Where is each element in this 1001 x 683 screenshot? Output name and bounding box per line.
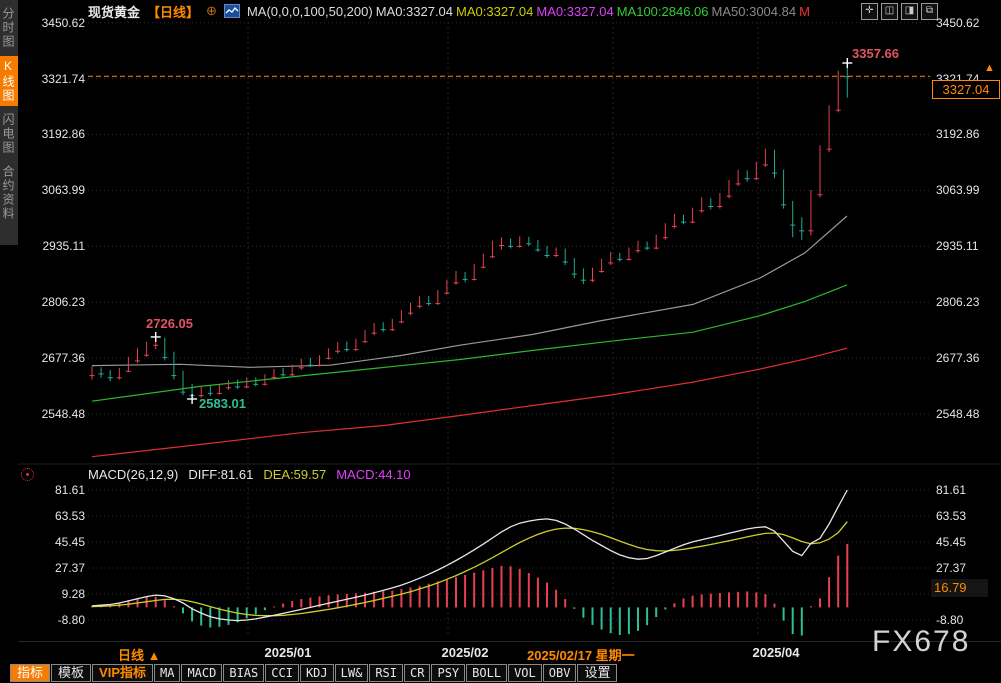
price-axis-label: 2677.36 [33,351,85,365]
indicator-tab-VOL[interactable]: VOL [508,664,542,682]
macd-axis-label: 27.37 [33,561,85,575]
ma-legend-item: MA0:3327.04 [536,4,613,19]
price-axis-label: 2677.36 [936,351,979,365]
indicator-tab-MA[interactable]: MA [154,664,180,682]
price-axis-label: 3192.86 [936,127,979,141]
indicator-tab-PSY[interactable]: PSY [431,664,465,682]
price-axis-label: 3063.99 [936,183,979,197]
price-alert-icon[interactable]: ▲ [984,62,995,74]
ma-legend-item: M [799,4,810,19]
diff-line [92,490,847,621]
symbol-title: 现货黄金 [88,2,140,21]
ma-legend-item: MA0:3327.04 [456,4,533,19]
indicator-tab-VIP指标[interactable]: VIP指标 [92,664,153,682]
date-axis-label: 2025/01 [265,645,312,660]
date-axis-label: 2025/04 [753,645,800,660]
price-axis-label: 2548.48 [33,407,85,421]
indicator-tab-MACD[interactable]: MACD [181,664,222,682]
swing-high-annotation: 2726.05 [146,316,193,331]
indicator-tab-模板[interactable]: 模板 [51,664,91,682]
price-axis-label: 2935.11 [33,239,85,253]
indicator-tab-CR[interactable]: CR [404,664,430,682]
candlesticks [90,63,850,399]
add-compare-icon[interactable]: ⊕ [206,3,217,19]
sidebar-tab-分时图[interactable]: 分时图 [0,4,18,52]
macd-axis-label: 81.61 [33,483,85,497]
price-axis-label: 2548.48 [936,407,979,421]
period-selector[interactable]: 日线 ▲ [118,645,161,664]
dea-line [92,522,847,616]
ma50-line [92,216,847,367]
period-tag: 【日线】 [147,2,199,21]
ma-legend-item: MA100:2846.06 [617,4,709,19]
indicator-tab-RSI[interactable]: RSI [369,664,403,682]
low-annotation: 2583.01 [199,396,246,411]
price-axis-label: 2806.23 [33,295,85,309]
indicator-tab-KDJ[interactable]: KDJ [300,664,334,682]
macd-axis-label: 63.53 [33,509,85,523]
macd-axis-label: 45.45 [33,535,85,549]
date-axis-row: 日线 ▲ 2025/012025/02032025/04 2025/02/17 … [18,641,1001,664]
top-legend-bar: 现货黄金 【日线】 ⊕ MA(0,0,0,100,50,200)MA0:3327… [22,0,861,22]
split-vertical-icon[interactable]: ◨ [901,3,918,20]
ma100-line [92,285,847,401]
diff-value-label: DIFF:81.61 [188,467,253,482]
macd-header: MACD(26,12,9) DIFF:81.61 DEA:59.57 MACD:… [88,467,411,482]
indicator-tab-设置[interactable]: 设置 [577,664,617,682]
sidebar-tab-K线图[interactable]: K线图 [0,56,18,106]
macd-value-label: MACD:44.10 [336,467,410,482]
price-axis-label: 2806.23 [936,295,979,309]
macd-axis-label: -8.80 [33,613,85,627]
split-horizontal-icon[interactable]: ◫ [881,3,898,20]
indicator-tab-指标[interactable]: 指标 [10,664,50,682]
price-axis-label: 3063.99 [33,183,85,197]
high-annotation: 3357.66 [852,46,899,61]
low-cross [187,394,197,404]
line-chart-icon[interactable] [224,4,240,18]
ma-legend-item: MA50:3004.84 [712,4,797,19]
indicator-marker-icon[interactable] [21,468,34,481]
price-gridlines [88,23,930,414]
indicator-tab-BOLL[interactable]: BOLL [466,664,507,682]
chart-type-sidebar: 分时图 K线图闪电图合约资料 [0,0,18,245]
chart-canvas[interactable] [0,0,1001,683]
price-axis-label: 2935.11 [936,239,979,253]
indicator-tab-LW&[interactable]: LW& [335,664,369,682]
price-axis-label: 3321.74 [33,72,85,86]
macd-params-label: MACD(26,12,9) [88,467,178,482]
macd-current-value-box: 16.79 [931,579,988,597]
swing-high-cross [151,332,161,342]
price-axis-label: 3450.62 [936,16,979,30]
indicator-tab-CCI[interactable]: CCI [265,664,299,682]
macd-axis-label: 27.37 [936,561,966,575]
watermark-logo: FX678 [872,625,970,659]
indicator-tab-BIAS[interactable]: BIAS [223,664,264,682]
date-axis-label: 2025/02 [442,645,489,660]
dea-value-label: DEA:59.57 [263,467,326,482]
high-cross [842,58,852,68]
pan-icon[interactable]: ✛ [861,3,878,20]
ma-legend-item: MA0:3327.04 [376,4,453,19]
indicator-toolbar: 指标模板VIP指标MAMACDBIASCCIKDJLW&RSICRPSYBOLL… [0,663,1001,683]
price-axis-label: 3192.86 [33,127,85,141]
macd-axis-label: 81.61 [936,483,966,497]
indicator-tab-OBV[interactable]: OBV [543,664,577,682]
last-price-box: 3327.04 [932,80,1000,99]
chart-application-window: 现货黄金 【日线】 ⊕ MA(0,0,0,100,50,200)MA0:3327… [0,0,1001,683]
macd-axis-label: 45.45 [936,535,966,549]
window-tool-icons: ✛◫◨⧉ [861,3,938,20]
sidebar-tab-闪电图[interactable]: 闪电图 [0,110,18,158]
sidebar-tab-合约资料[interactable]: 合约资料 [0,162,18,224]
ma-legend: MA(0,0,0,100,50,200)MA0:3327.04MA0:3327.… [247,4,813,19]
macd-histogram [92,544,847,636]
macd-gridlines [88,490,930,620]
price-axis-label: 3450.62 [33,16,85,30]
macd-axis-label: 9.28 [33,587,85,601]
ma-legend-item: MA(0,0,0,100,50,200) [247,4,373,19]
macd-axis-label: 63.53 [936,509,966,523]
arrow-up-icon: ▲ [148,648,161,663]
